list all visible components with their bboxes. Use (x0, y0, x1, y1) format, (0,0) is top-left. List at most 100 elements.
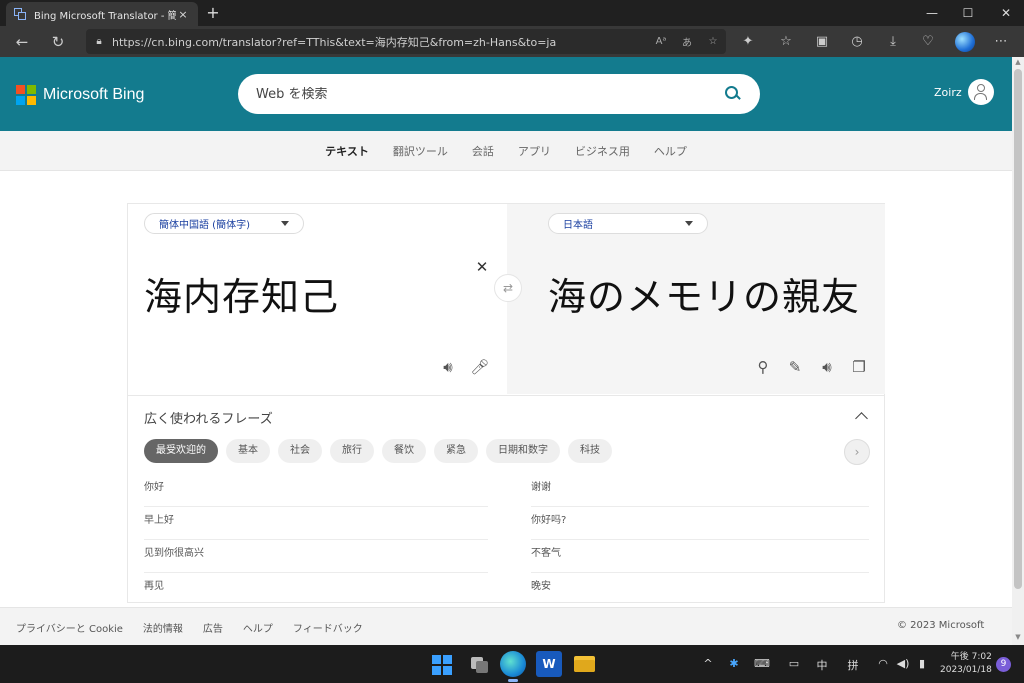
system-clock[interactable]: 午後 7:02 2023/01/18 (940, 651, 992, 677)
user-account[interactable]: Zoirz (934, 79, 994, 105)
phrase-item[interactable]: 见到你很高兴 (144, 540, 488, 573)
search-box[interactable] (238, 74, 760, 114)
tab-conversation[interactable]: 会話 (472, 143, 494, 159)
collections-icon[interactable]: ▣ (812, 33, 832, 51)
tablet-icon[interactable]: ▭ (786, 657, 802, 670)
footer-link-ads[interactable]: 広告 (203, 620, 223, 635)
footer-link-help[interactable]: ヘルプ (243, 620, 273, 635)
ime-name[interactable]: 拼 (845, 657, 861, 673)
search-input[interactable] (256, 86, 724, 102)
phrase-item[interactable]: 你好吗? (531, 507, 869, 540)
category-chip[interactable]: 紧急 (434, 439, 478, 463)
task-view-icon[interactable] (466, 651, 492, 677)
category-chip[interactable]: 科技 (568, 439, 612, 463)
target-pane: 日本語 海のメモリの親友 ⚲ ✎ 🔊︎ ❐ (507, 204, 885, 394)
browser-tab[interactable]: Bing Microsoft Translator - 簡体中 × (6, 2, 198, 26)
favorite-add-icon[interactable]: ☆ (700, 36, 726, 47)
more-icon[interactable]: ⋯ (991, 33, 1011, 51)
tab-text[interactable]: テキスト (325, 143, 369, 159)
category-chip[interactable]: 最受欢迎的 (144, 439, 218, 463)
phrase-item[interactable]: 不客气 (531, 540, 869, 573)
swap-languages-button[interactable]: ⇄ (494, 274, 522, 302)
battery-icon[interactable]: ▮ (914, 657, 930, 670)
tab-translation-tools[interactable]: 翻訳ツール (393, 143, 448, 159)
tab-close-icon[interactable]: × (176, 8, 190, 21)
phrase-item[interactable]: 晚安 (531, 573, 869, 606)
chevron-up-icon[interactable] (854, 408, 870, 424)
edge-taskbar-icon[interactable] (500, 651, 526, 677)
back-icon[interactable]: ← (10, 30, 34, 54)
edit-icon[interactable]: ✎ (785, 357, 805, 377)
tab-business[interactable]: ビジネス用 (575, 143, 630, 159)
refresh-icon[interactable]: ↻ (46, 30, 70, 54)
source-language-select[interactable]: 簡体中国語 (簡体字) (144, 213, 304, 234)
search-icon[interactable] (724, 85, 742, 103)
search-icon[interactable]: ⚲ (753, 357, 773, 377)
copy-icon[interactable]: ❐ (849, 357, 869, 377)
category-chip[interactable]: 日期和数字 (486, 439, 560, 463)
chevron-down-icon (281, 221, 289, 226)
maximize-icon[interactable]: ☐ (950, 0, 986, 26)
scroll-up-icon[interactable]: ▲ (1012, 58, 1024, 66)
footer-link-privacy[interactable]: プライバシーと Cookie (16, 620, 123, 635)
page-content: Microsoft Bing Zoirz テキスト 翻訳ツール 会話 アプリ ビ… (0, 57, 1012, 645)
footer-link-legal[interactable]: 法的情報 (143, 620, 183, 635)
wifi-icon[interactable]: ◠ (875, 657, 891, 670)
microphone-icon[interactable]: 🎤︎ (470, 357, 490, 377)
phrases-right-column: 谢谢 你好吗? 不客气 晚安 (531, 474, 869, 606)
ime-mode[interactable]: 中 (814, 657, 830, 673)
target-language-select[interactable]: 日本語 (548, 213, 708, 234)
chevron-up-icon[interactable]: ^ (700, 657, 716, 670)
chevron-right-icon[interactable]: › (844, 439, 870, 465)
logo-text: Microsoft Bing (43, 86, 145, 103)
phrases-title: 広く使われるフレーズ (144, 412, 273, 427)
keyboard-icon[interactable]: ⌨ (754, 657, 770, 670)
new-tab-button[interactable]: + (204, 4, 222, 22)
volume-icon[interactable]: ◀) (895, 657, 911, 670)
notification-badge[interactable]: 9 (996, 657, 1011, 672)
category-chip[interactable]: 社会 (278, 439, 322, 463)
footer-link-feedback[interactable]: フィードバック (293, 620, 363, 635)
lock-icon: 🔒︎ (96, 36, 102, 47)
bing-logo[interactable]: Microsoft Bing (16, 85, 144, 105)
phrase-item[interactable]: 谢谢 (531, 474, 869, 507)
category-chip[interactable]: 餐饮 (382, 439, 426, 463)
phrase-item[interactable]: 再见 (144, 573, 488, 606)
history-icon[interactable]: ◷ (847, 33, 867, 51)
url-text[interactable]: https://cn.bing.com/translator?ref=TThis… (112, 34, 648, 50)
windows-start-icon[interactable] (428, 651, 454, 677)
file-explorer-icon[interactable] (571, 651, 597, 677)
category-chip[interactable]: 旅行 (330, 439, 374, 463)
phrase-item[interactable]: 早上好 (144, 507, 488, 540)
browser-tab-bar: Bing Microsoft Translator - 簡体中 × + — ☐ … (0, 0, 1024, 26)
scroll-down-icon[interactable]: ▼ (1012, 633, 1024, 641)
tab-help[interactable]: ヘルプ (654, 143, 687, 159)
browser-essentials-icon[interactable]: ♡ (918, 33, 938, 51)
edge-profile-icon[interactable] (955, 32, 975, 52)
scrollbar-thumb[interactable] (1014, 69, 1022, 589)
clear-icon[interactable]: ✕ (475, 260, 489, 275)
speaker-icon[interactable]: 🔊︎ (438, 357, 458, 377)
extensions-icon[interactable]: ✦ (738, 33, 758, 51)
downloads-icon[interactable]: ⤓ (883, 33, 903, 51)
windows-taskbar: W ^ ✱ ⌨ ▭ 中 拼 ◠ ◀) ▮ 午後 7:02 2023/01/18 … (0, 645, 1024, 683)
word-icon[interactable]: W (536, 651, 562, 677)
chevron-down-icon (685, 221, 693, 226)
phrases-left-column: 你好 早上好 见到你很高兴 再见 (144, 474, 488, 606)
translate-icon[interactable]: あ (674, 34, 700, 49)
speaker-icon[interactable]: 🔊︎ (817, 357, 837, 377)
phrase-item[interactable]: 你好 (144, 474, 488, 507)
tab-apps[interactable]: アプリ (518, 143, 551, 159)
tab-title: Bing Microsoft Translator - 簡体中 (34, 10, 176, 22)
category-chip[interactable]: 基本 (226, 439, 270, 463)
minimize-icon[interactable]: — (914, 0, 950, 26)
read-aloud-icon[interactable]: Aᵃ (648, 36, 674, 47)
favorites-icon[interactable]: ☆ (776, 33, 796, 51)
browser-toolbar: ← ↻ 🔒︎ https://cn.bing.com/translator?re… (0, 26, 1024, 57)
translator-card: 簡体中国語 (簡体字) 海内存知己 ✕ 🔊︎ 🎤︎ ⇄ 日本語 海のメモリの親友… (127, 203, 885, 603)
app-tray-icon[interactable]: ✱ (726, 657, 742, 670)
source-text[interactable]: 海内存知己 (144, 266, 339, 321)
page-scrollbar[interactable]: ▲ ▼ (1012, 57, 1024, 645)
window-close-icon[interactable]: ✕ (988, 0, 1024, 26)
address-bar[interactable]: 🔒︎ https://cn.bing.com/translator?ref=TT… (86, 29, 726, 54)
